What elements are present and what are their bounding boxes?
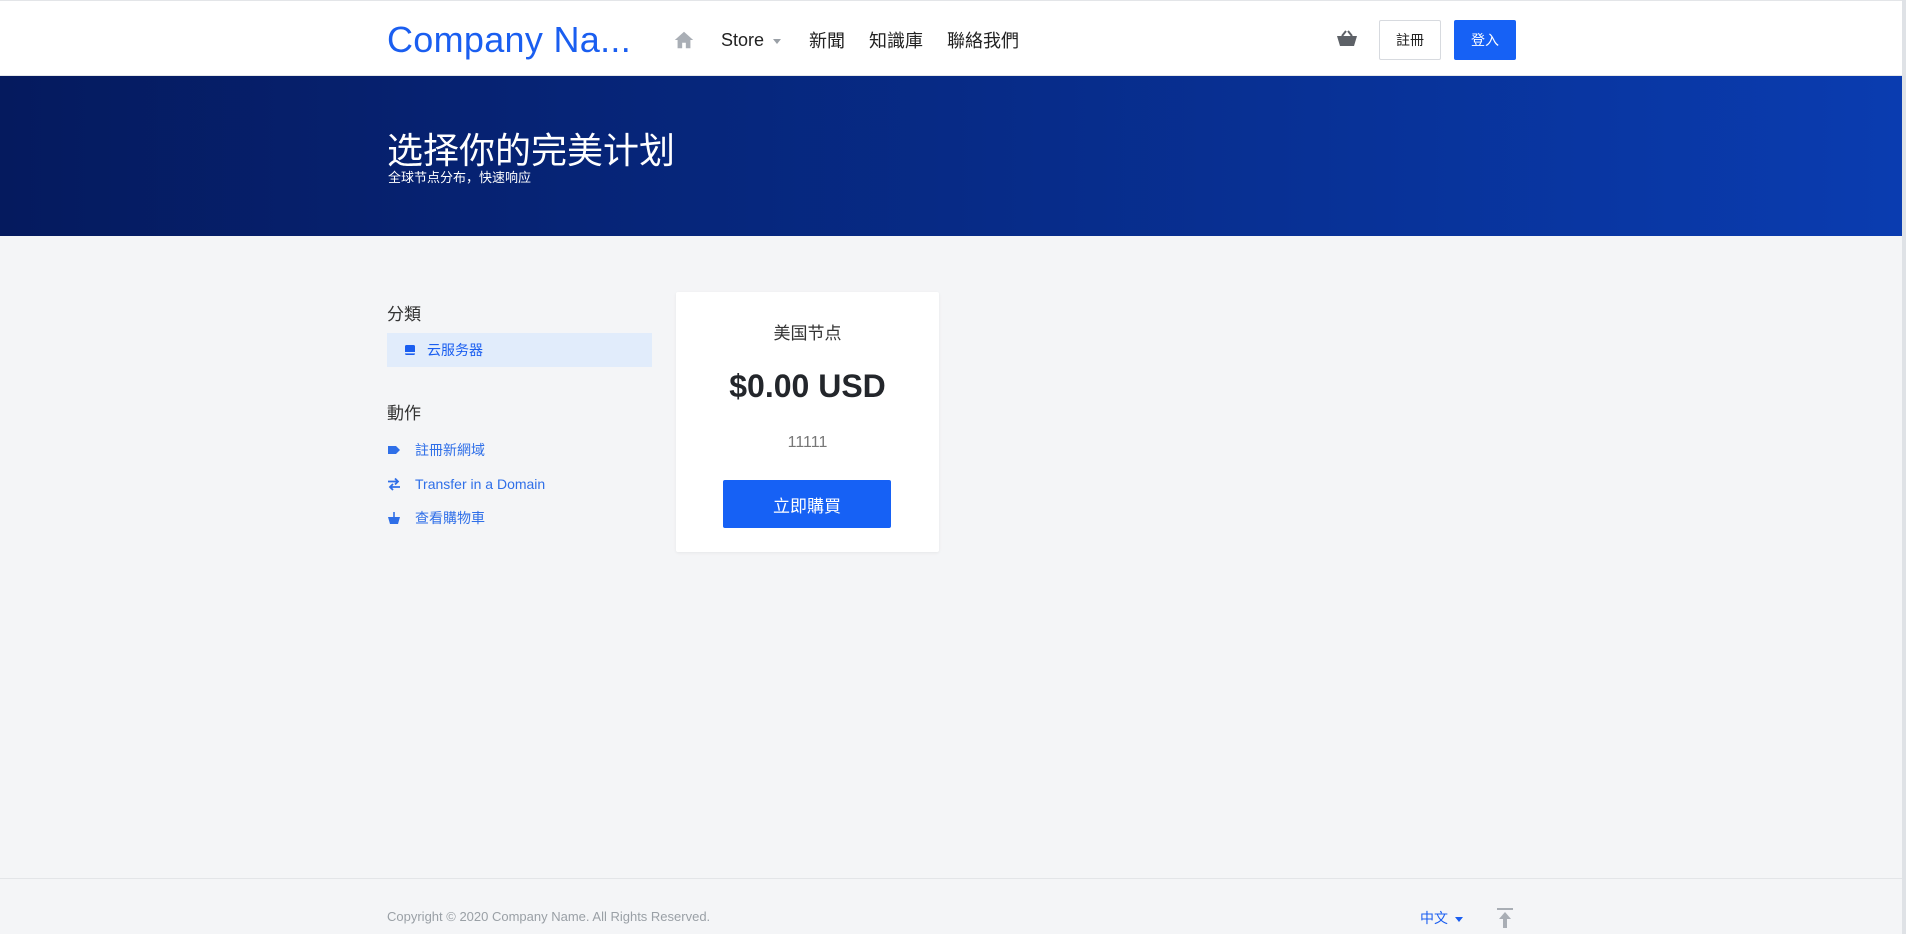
copyright-text: Copyright © 2020 Company Name. All Right…: [387, 909, 711, 924]
company-logo[interactable]: Company Na...: [387, 19, 631, 61]
nav-news[interactable]: 新聞: [809, 27, 845, 53]
register-button[interactable]: 註冊: [1379, 20, 1441, 60]
action-label: 註冊新網域: [415, 442, 485, 458]
nav-knowledgebase[interactable]: 知識庫: [869, 27, 923, 53]
actions-heading: 動作: [387, 404, 421, 423]
sidebar-item-label: 云服务器: [427, 342, 483, 358]
transfer-arrows-icon: [388, 477, 400, 491]
product-card: 美国节点 $0.00 USD 11111 立即購買: [676, 292, 939, 552]
buy-now-button[interactable]: 立即購買: [723, 480, 891, 528]
action-transfer-domain[interactable]: Transfer in a Domain: [387, 474, 545, 494]
nav-contact[interactable]: 聯絡我們: [947, 27, 1019, 53]
nav-store-label: Store: [721, 29, 765, 50]
login-button[interactable]: 登入: [1454, 20, 1516, 60]
page: Company Na... Store 新聞 知識庫 聯絡我們 註冊 登入 选择…: [0, 0, 1906, 934]
top-header: Company Na... Store 新聞 知識庫 聯絡我們 註冊 登入: [0, 0, 1906, 76]
product-price: $0.00 USD: [729, 368, 886, 404]
basket-icon[interactable]: [1336, 30, 1358, 48]
action-register-domain[interactable]: 註冊新網域: [387, 440, 485, 460]
chevron-down-icon: [773, 38, 782, 44]
categories-heading: 分類: [387, 305, 421, 324]
language-label: 中文: [1420, 910, 1448, 926]
home-icon[interactable]: [673, 29, 695, 51]
product-description: 11111: [787, 434, 828, 451]
action-view-cart[interactable]: 查看購物車: [387, 508, 485, 528]
product-name: 美国节点: [773, 324, 842, 343]
chevron-down-icon: [1455, 916, 1463, 922]
action-label: 查看購物車: [415, 510, 485, 526]
nav-store[interactable]: Store: [721, 29, 782, 51]
arrow-up-to-top-icon[interactable]: [1495, 907, 1515, 929]
box-icon: [405, 345, 415, 355]
language-selector[interactable]: 中文: [1420, 908, 1463, 928]
page-subtitle: 全球节点分布，快速响应: [388, 170, 532, 185]
basket-icon: [388, 512, 400, 524]
hero-banner: 选择你的完美计划 全球节点分布，快速响应: [0, 76, 1902, 236]
action-label: Transfer in a Domain: [415, 476, 546, 492]
main-nav: Store 新聞 知識庫 聯絡我們: [673, 27, 1043, 53]
scrollbar[interactable]: [1902, 0, 1906, 934]
sidebar-item-cloud-server[interactable]: 云服务器: [387, 333, 652, 367]
footer-divider: [0, 878, 1902, 879]
tag-icon: [388, 446, 400, 454]
